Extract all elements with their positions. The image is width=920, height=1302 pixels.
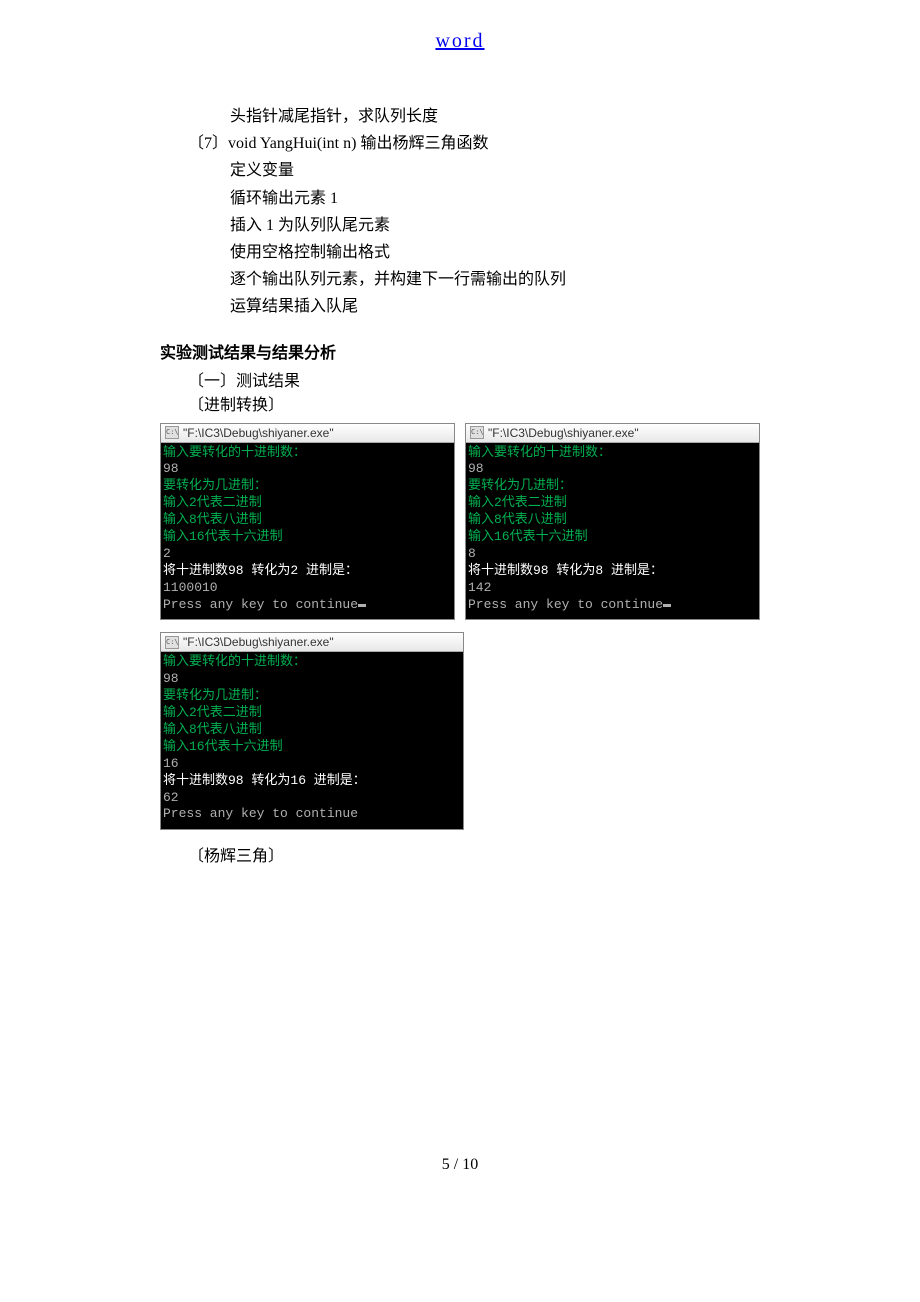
terminal-text: 1100010 (163, 580, 218, 595)
terminal-titlebar: C:\ "F:\IC3\Debug\shiyaner.exe" (161, 424, 454, 443)
terminal-text: Press any key to continue (163, 806, 358, 821)
terminal-text: 输入要转化的十进制数： (468, 445, 611, 460)
terminal-text: 输入8代表八进制 (163, 512, 262, 527)
text-line: 逐个输出队列元素，并构建下一行需输出的队列 (160, 266, 760, 293)
terminal-body: 输入要转化的十进制数： 98 要转化为几进制： 输入2代表二进制 输入8代表八进… (466, 443, 759, 620)
terminal-title: "F:\IC3\Debug\shiyaner.exe" (183, 635, 334, 649)
terminal-row-top: C:\ "F:\IC3\Debug\shiyaner.exe" 输入要转化的十进… (160, 423, 760, 633)
terminal-text: 输入要转化的十进制数： (163, 445, 306, 460)
terminal-text: 62 (163, 790, 179, 805)
terminal-text: 要转化为几进制： (468, 478, 572, 493)
terminal-window-hex: C:\ "F:\IC3\Debug\shiyaner.exe" 输入要转化的十进… (160, 632, 464, 830)
text-line: 〔7〕void YangHui(int n) 输出杨辉三角函数 (160, 130, 760, 157)
terminal-text: Press any key to continue (163, 597, 358, 612)
terminal-text: 要转化为几进制： (163, 688, 267, 703)
terminal-text: 输入16代表十六进制 (468, 529, 588, 544)
terminal-text: 输入8代表八进制 (468, 512, 567, 527)
terminal-window-octal: C:\ "F:\IC3\Debug\shiyaner.exe" 输入要转化的十进… (465, 423, 760, 621)
section-heading: 实验测试结果与结果分析 (160, 339, 760, 363)
cursor-icon (663, 604, 671, 607)
text-line: 插入 1 为队列队尾元素 (160, 212, 760, 239)
terminal-text: 98 (163, 461, 179, 476)
terminal-titlebar: C:\ "F:\IC3\Debug\shiyaner.exe" (466, 424, 759, 443)
text-line: 〔一〕测试结果 (160, 367, 760, 391)
app-icon: C:\ (470, 426, 484, 439)
terminal-text: 输入16代表十六进制 (163, 739, 283, 754)
terminal-text: 输入2代表二进制 (163, 495, 262, 510)
terminal-text: 输入2代表二进制 (163, 705, 262, 720)
terminal-text: 输入2代表二进制 (468, 495, 567, 510)
terminal-text: 142 (468, 580, 491, 595)
terminal-text: 要转化为几进制： (163, 478, 267, 493)
terminal-text: 将十进制数98 转化为2 进制是： (163, 563, 358, 578)
body-text: 头指针减尾指针，求队列长度 〔7〕void YangHui(int n) 输出杨… (160, 103, 760, 321)
page-footer: 5 / 10 (160, 1156, 760, 1174)
terminal-text: 输入16代表十六进制 (163, 529, 283, 544)
terminal-title: "F:\IC3\Debug\shiyaner.exe" (488, 426, 639, 440)
word-link[interactable]: word (435, 30, 484, 52)
text-line: 头指针减尾指针，求队列长度 (160, 103, 760, 130)
terminal-text: 将十进制数98 转化为8 进制是： (468, 563, 663, 578)
text-line: 定义变量 (160, 157, 760, 184)
terminal-text: 98 (468, 461, 484, 476)
terminal-text: 8 (468, 546, 476, 561)
app-icon: C:\ (165, 636, 179, 649)
text-line: 〔杨辉三角〕 (160, 842, 760, 866)
header-link: word (160, 30, 760, 53)
text-line: 运算结果插入队尾 (160, 293, 760, 320)
text-line: 使用空格控制输出格式 (160, 239, 760, 266)
text-line: 循环输出元素 1 (160, 185, 760, 212)
terminal-text: 16 (163, 756, 179, 771)
terminal-text: 输入要转化的十进制数： (163, 654, 306, 669)
terminal-text: Press any key to continue (468, 597, 663, 612)
terminal-titlebar: C:\ "F:\IC3\Debug\shiyaner.exe" (161, 633, 463, 652)
terminal-text: 将十进制数98 转化为16 进制是： (163, 773, 366, 788)
terminal-body: 输入要转化的十进制数： 98 要转化为几进制： 输入2代表二进制 输入8代表八进… (161, 443, 454, 620)
terminal-text: 2 (163, 546, 171, 561)
document-page: word 头指针减尾指针，求队列长度 〔7〕void YangHui(int n… (0, 0, 920, 1214)
terminal-body: 输入要转化的十进制数： 98 要转化为几进制： 输入2代表二进制 输入8代表八进… (161, 652, 463, 829)
terminal-text: 98 (163, 671, 179, 686)
cursor-icon (358, 604, 366, 607)
terminal-text: 输入8代表八进制 (163, 722, 262, 737)
terminal-window-binary: C:\ "F:\IC3\Debug\shiyaner.exe" 输入要转化的十进… (160, 423, 455, 621)
text-line: 〔进制转换〕 (160, 391, 760, 415)
terminal-title: "F:\IC3\Debug\shiyaner.exe" (183, 426, 334, 440)
app-icon: C:\ (165, 426, 179, 439)
